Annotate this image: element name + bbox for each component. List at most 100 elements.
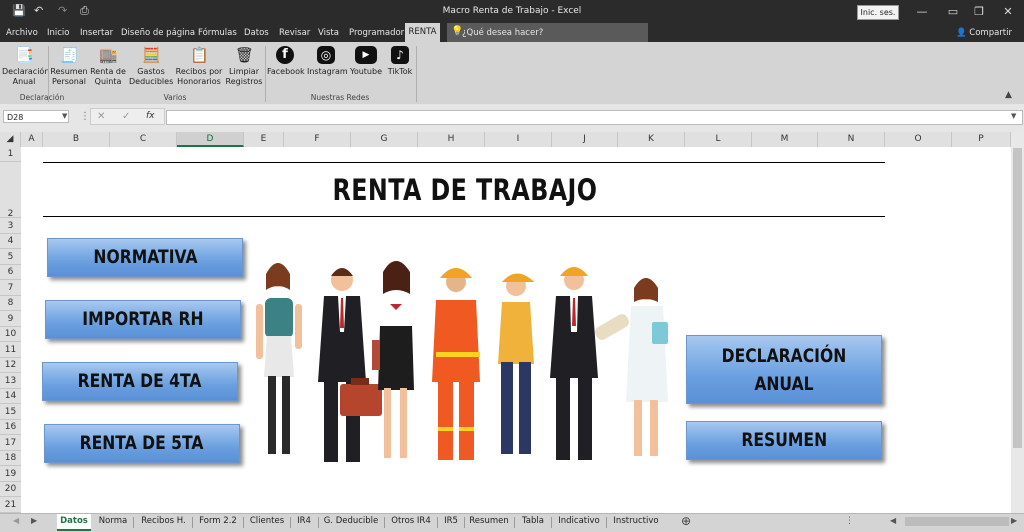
menu-vista[interactable]: Vista bbox=[318, 28, 339, 38]
column-header[interactable]: P bbox=[952, 132, 1011, 147]
row-header[interactable]: 2 bbox=[0, 162, 21, 219]
tab-renta[interactable]: RENTA bbox=[405, 23, 440, 42]
sheet-tab[interactable]: Indicativo bbox=[554, 514, 604, 531]
renta-4ta-button[interactable]: RENTA DE 4TA bbox=[42, 362, 238, 401]
column-header-selected[interactable]: D bbox=[177, 132, 244, 147]
horizontal-scroll-thumb[interactable] bbox=[905, 517, 1009, 526]
youtube-button[interactable]: ▶ Youtube bbox=[349, 46, 383, 77]
name-box-dropdown-icon[interactable]: ▼ bbox=[62, 112, 67, 120]
row-header[interactable]: 16 bbox=[0, 420, 21, 435]
menu-archivo[interactable]: Archivo bbox=[6, 28, 38, 38]
ribbon-options-button[interactable]: ▭ bbox=[940, 3, 966, 20]
hscroll-right-icon[interactable]: ▶ bbox=[1011, 516, 1017, 525]
menu-programador[interactable]: Programador bbox=[349, 28, 404, 38]
row-header[interactable]: 11 bbox=[0, 342, 21, 358]
sheet-tab[interactable]: IR4 bbox=[292, 514, 316, 531]
close-button[interactable]: ✕ bbox=[995, 3, 1021, 20]
sheet-tab[interactable]: Clientes bbox=[246, 514, 288, 531]
scroll-tabs-left-icon[interactable]: ◀ bbox=[13, 516, 19, 525]
limpiar-registros-button[interactable]: 🗑 Limpiar Registros bbox=[225, 46, 263, 87]
gastos-deducibles-button[interactable]: 🧮 Gastos Deducibles bbox=[129, 46, 173, 87]
instagram-button[interactable]: ◎ Instagram bbox=[307, 46, 348, 77]
row-header[interactable]: 10 bbox=[0, 327, 21, 342]
column-header[interactable]: N bbox=[818, 132, 885, 147]
resumen-button[interactable]: RESUMEN bbox=[686, 421, 882, 460]
tab-split-icon[interactable]: ⋮ bbox=[845, 516, 854, 526]
row-header[interactable]: 15 bbox=[0, 404, 21, 420]
row-header[interactable]: 8 bbox=[0, 296, 21, 311]
row-header[interactable]: 6 bbox=[0, 265, 21, 280]
add-sheet-icon[interactable]: ⊕ bbox=[681, 514, 691, 528]
row-header[interactable]: 9 bbox=[0, 311, 21, 327]
row-header[interactable]: 13 bbox=[0, 373, 21, 389]
row-header[interactable]: 21 bbox=[0, 497, 21, 513]
sheet-tab[interactable]: Instructivo bbox=[609, 514, 663, 531]
column-header[interactable]: A bbox=[21, 132, 43, 147]
insert-function-icon[interactable]: fx bbox=[146, 111, 155, 121]
importar-rh-button[interactable]: IMPORTAR RH bbox=[45, 300, 241, 339]
declaracion-anual-sheet-button[interactable]: DECLARACIÓN ANUAL bbox=[686, 335, 882, 404]
resumen-personal-button[interactable]: 🧾 Resumen Personal bbox=[50, 46, 88, 87]
column-header[interactable]: H bbox=[418, 132, 485, 147]
sheet-tab[interactable]: G. Deducible bbox=[320, 514, 382, 531]
scroll-tabs-right-icon[interactable]: ▶ bbox=[31, 516, 37, 525]
menu-diseno[interactable]: Diseño de página bbox=[121, 28, 195, 38]
recibos-honorarios-button[interactable]: 📋 Recibos por Honorarios bbox=[175, 46, 223, 87]
column-header[interactable]: F bbox=[284, 132, 351, 147]
column-header[interactable]: B bbox=[43, 132, 110, 147]
declaracion-anual-button[interactable]: 📑 Declaración Anual bbox=[2, 46, 49, 87]
collapse-ribbon-icon[interactable]: ▲ bbox=[1005, 90, 1012, 100]
menu-formulas[interactable]: Fórmulas bbox=[198, 28, 237, 38]
minimize-button[interactable]: — bbox=[909, 3, 935, 20]
column-header[interactable]: O bbox=[885, 132, 952, 147]
row-header[interactable]: 12 bbox=[0, 358, 21, 373]
hscroll-left-icon[interactable]: ◀ bbox=[890, 516, 896, 525]
select-all-corner[interactable]: ◢ bbox=[0, 132, 21, 147]
cancel-icon[interactable]: ✕ bbox=[97, 111, 105, 122]
column-header[interactable]: E bbox=[244, 132, 284, 147]
column-header[interactable]: K bbox=[618, 132, 685, 147]
sheet-tab[interactable]: Tabla bbox=[517, 514, 549, 531]
sheet-tab[interactable]: Norma bbox=[95, 514, 131, 531]
sheet-tab[interactable]: Form 2.2 bbox=[195, 514, 241, 531]
facebook-button[interactable]: f Facebook bbox=[267, 46, 305, 77]
menu-inicio[interactable]: Inicio bbox=[47, 28, 70, 38]
row-header[interactable]: 5 bbox=[0, 249, 21, 265]
restore-button[interactable]: ❐ bbox=[966, 3, 992, 20]
tell-me-box[interactable]: 💡 ¿Qué desea hacer? bbox=[447, 23, 648, 42]
expand-formula-icon[interactable]: ▼ bbox=[1011, 112, 1016, 120]
column-header[interactable]: I bbox=[485, 132, 552, 147]
row-header[interactable]: 18 bbox=[0, 451, 21, 466]
renta-5ta-button[interactable]: RENTA DE 5TA bbox=[44, 424, 240, 463]
vertical-scroll-thumb[interactable] bbox=[1013, 148, 1022, 448]
row-header[interactable]: 1 bbox=[0, 147, 21, 162]
row-header[interactable]: 20 bbox=[0, 482, 21, 497]
row-header[interactable]: 3 bbox=[0, 218, 21, 234]
normativa-button[interactable]: NORMATIVA bbox=[47, 238, 243, 277]
vertical-scrollbar[interactable] bbox=[1011, 132, 1024, 513]
menu-datos[interactable]: Datos bbox=[244, 28, 269, 38]
sheet-tab-datos[interactable]: Datos bbox=[57, 514, 91, 531]
sheet-tab[interactable]: Otros IR4 bbox=[387, 514, 435, 531]
sign-in-button[interactable]: Inic. ses. bbox=[857, 5, 899, 20]
menu-revisar[interactable]: Revisar bbox=[279, 28, 310, 38]
row-header[interactable]: 4 bbox=[0, 234, 21, 249]
column-header[interactable]: C bbox=[110, 132, 177, 147]
row-header[interactable]: 17 bbox=[0, 435, 21, 451]
column-header[interactable]: J bbox=[552, 132, 618, 147]
sheet-tab[interactable]: Recibos H. bbox=[136, 514, 191, 531]
sheet-tab[interactable]: IR5 bbox=[440, 514, 462, 531]
sheet-tab[interactable]: Resumen bbox=[466, 514, 512, 531]
formula-input[interactable] bbox=[166, 110, 1023, 125]
share-button[interactable]: 👤 Compartir bbox=[956, 28, 1012, 38]
tiktok-button[interactable]: ♪ TikTok bbox=[386, 46, 414, 77]
column-header[interactable]: G bbox=[351, 132, 418, 147]
menu-insertar[interactable]: Insertar bbox=[80, 28, 113, 38]
name-box[interactable]: D28 bbox=[3, 110, 69, 123]
column-header[interactable]: M bbox=[752, 132, 818, 147]
row-header[interactable]: 14 bbox=[0, 389, 21, 404]
renta-quinta-button[interactable]: 🏬 Renta de Quinta bbox=[90, 46, 126, 87]
row-header[interactable]: 19 bbox=[0, 466, 21, 482]
column-header[interactable]: L bbox=[685, 132, 752, 147]
row-header[interactable]: 7 bbox=[0, 280, 21, 296]
